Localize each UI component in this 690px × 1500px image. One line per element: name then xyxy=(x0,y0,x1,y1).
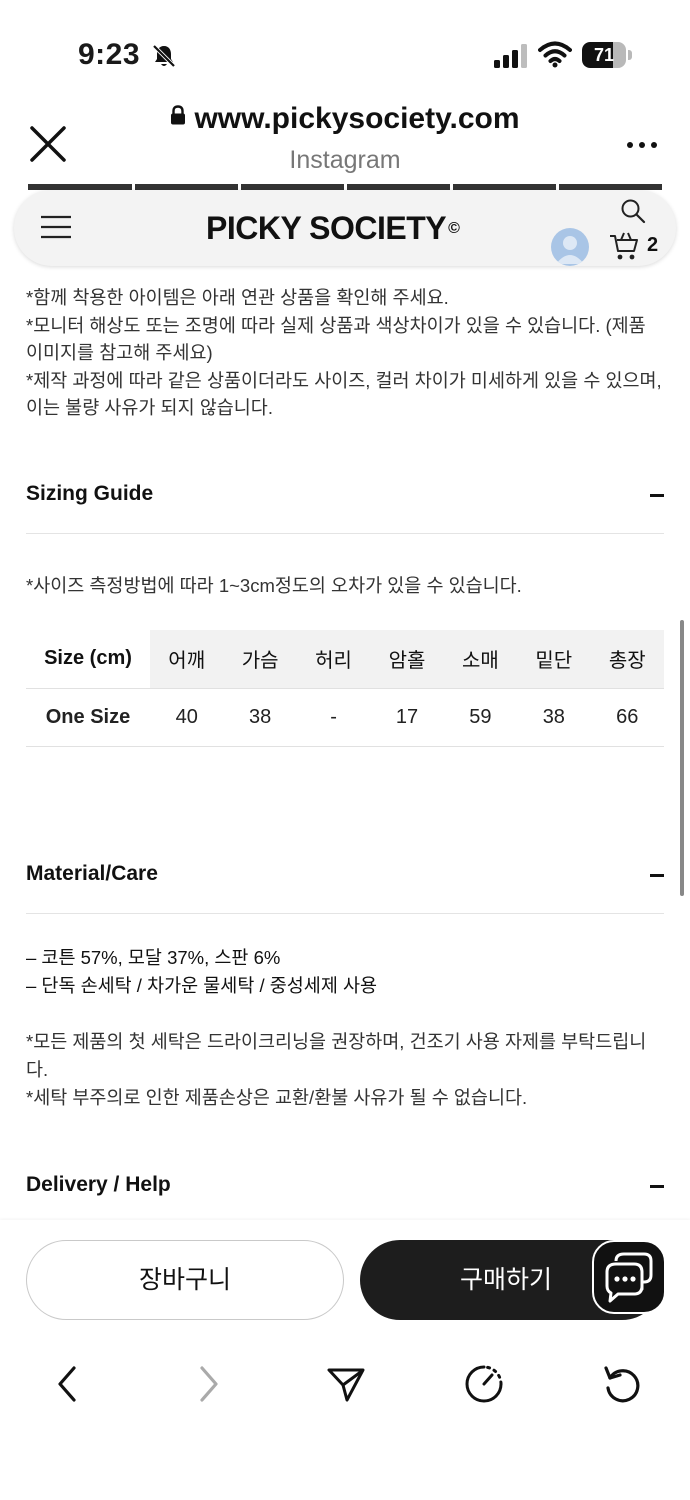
collapse-icon[interactable] xyxy=(650,1185,664,1188)
care-note: *모든 제품의 첫 세탁은 드라이크리닝을 권장하며, 건조기 사용 자제를 부… xyxy=(26,1031,647,1080)
sizing-guide-title: Sizing Guide xyxy=(26,482,154,505)
avatar[interactable] xyxy=(551,228,589,266)
status-bar: 9:23 71 xyxy=(0,0,690,100)
sizing-guide-header[interactable]: Sizing Guide xyxy=(26,474,664,534)
table-header-cell: 소매 xyxy=(443,630,518,689)
cart-count: 2 xyxy=(647,234,659,256)
collapse-icon[interactable] xyxy=(650,494,664,497)
source-label: Instagram xyxy=(289,146,401,174)
cart-icon[interactable] xyxy=(608,232,640,262)
product-note: *제작 과정에 따라 같은 상품이더라도 사이즈, 컬러 차이가 미세하게 있을… xyxy=(26,369,662,419)
purchase-bar: 장바구니 구매하기 xyxy=(0,1220,690,1344)
table-header-cell: 허리 xyxy=(296,630,371,689)
table-header-cell: 어깨 xyxy=(150,630,224,689)
table-header-row: Size (cm) 어깨 가슴 허리 암홀 소매 밑단 총장 xyxy=(26,630,664,689)
material-care-title: Material/Care xyxy=(26,862,158,885)
more-icon[interactable] xyxy=(626,140,658,150)
compass-icon[interactable] xyxy=(464,1364,504,1404)
user-icon xyxy=(556,236,584,264)
table-row: One Size 40 38 - 17 59 38 66 xyxy=(26,688,664,747)
brand-name: PICKY SOCIETY xyxy=(206,210,447,246)
search-icon[interactable] xyxy=(620,198,646,224)
product-note: *모니터 해상도 또는 조명에 따라 실제 상품과 색상차이가 있을 수 있습니… xyxy=(26,314,646,364)
delivery-help-header[interactable]: Delivery / Help xyxy=(26,1165,664,1220)
back-icon[interactable] xyxy=(48,1364,88,1404)
scrollbar[interactable] xyxy=(680,620,684,896)
forward-icon[interactable] xyxy=(188,1364,228,1404)
material-care-header[interactable]: Material/Care xyxy=(26,854,664,914)
share-icon[interactable] xyxy=(326,1364,366,1404)
chat-button[interactable] xyxy=(592,1240,666,1314)
brand-mark: © xyxy=(448,220,460,237)
sizing-note: *사이즈 측정방법에 따라 1~3cm정도의 오차가 있을 수 있습니다. xyxy=(26,575,522,596)
table-cell: 66 xyxy=(590,688,664,747)
table-header-cell: 밑단 xyxy=(517,630,591,689)
chat-icon xyxy=(605,1252,653,1303)
material-lines: – 코튼 57%, 모달 37%, 스판 6% – 단독 손세탁 / 차가운 물… xyxy=(26,944,377,1000)
size-table: Size (cm) 어깨 가슴 허리 암홀 소매 밑단 총장 One Size … xyxy=(26,630,664,747)
menu-icon[interactable] xyxy=(40,214,72,240)
table-cell: 17 xyxy=(370,688,444,747)
table-cell: 40 xyxy=(150,688,224,747)
table-header-cell: 암홀 xyxy=(370,630,444,689)
bell-slash-icon xyxy=(152,44,176,68)
table-cell: One Size xyxy=(26,688,150,747)
browser-bar: www.pickysociety.com Instagram xyxy=(0,100,690,184)
collapse-icon[interactable] xyxy=(650,874,664,877)
browser-toolbar xyxy=(0,1344,690,1500)
site-header: PICKY SOCIETY © 2 xyxy=(14,190,676,266)
table-cell: 59 xyxy=(443,688,518,747)
web-page: PICKY SOCIETY © 2 *함께 착용한 아이템은 아래 연관 상품을 … xyxy=(0,184,690,1220)
status-time: 9:23 xyxy=(78,38,141,71)
table-cell: - xyxy=(296,688,371,747)
product-note: *함께 착용한 아이템은 아래 연관 상품을 확인해 주세요. xyxy=(26,287,449,308)
table-header-cell: Size (cm) xyxy=(26,630,150,689)
add-to-cart-button[interactable]: 장바구니 xyxy=(26,1240,344,1320)
delivery-help-title: Delivery / Help xyxy=(26,1173,171,1196)
material-line: – 코튼 57%, 모달 37%, 스판 6% xyxy=(26,947,281,968)
table-cell: 38 xyxy=(517,688,591,747)
battery-icon: 71 xyxy=(582,42,632,68)
table-cell: 38 xyxy=(223,688,297,747)
battery-percent: 71 xyxy=(593,45,615,65)
reload-icon[interactable] xyxy=(602,1364,642,1404)
wifi-icon xyxy=(538,41,572,68)
address-bar[interactable]: www.pickysociety.com xyxy=(0,102,690,136)
table-header-cell: 가슴 xyxy=(223,630,297,689)
care-note: *세탁 부주의로 인한 제품손상은 교환/환불 사유가 될 수 없습니다. xyxy=(26,1087,528,1108)
product-notes: *함께 착용한 아이템은 아래 연관 상품을 확인해 주세요. *모니터 해상도… xyxy=(26,284,666,422)
lock-icon xyxy=(171,105,186,125)
care-notes: *모든 제품의 첫 세탁은 드라이크리닝을 권장하며, 건조기 사용 자제를 부… xyxy=(26,1028,666,1112)
cellular-signal-icon xyxy=(494,44,527,68)
url-text: www.pickysociety.com xyxy=(194,102,520,135)
brand-logo[interactable]: PICKY SOCIETY © xyxy=(206,210,460,247)
table-header-cell: 총장 xyxy=(590,630,664,689)
material-line: – 단독 손세탁 / 차가운 물세탁 / 중성세제 사용 xyxy=(26,975,378,996)
